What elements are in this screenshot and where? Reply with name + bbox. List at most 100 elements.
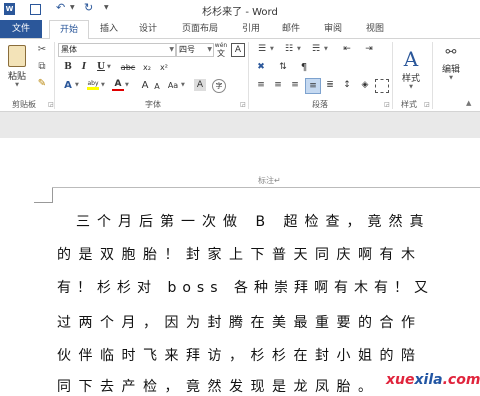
chevron-down-icon[interactable]: ▼	[75, 82, 79, 88]
dialog-launcher-icon[interactable]: ◲	[424, 101, 430, 108]
binoculars-icon: ⚯	[445, 45, 457, 60]
increase-indent-icon[interactable]: ⇥	[362, 43, 376, 55]
group-label-font: 字体	[145, 100, 161, 109]
distributed-icon[interactable]: ≣	[323, 79, 337, 91]
strikethrough-button[interactable]: abc	[120, 61, 136, 73]
underline-button[interactable]: U	[96, 61, 106, 73]
paragraph-mark-icon: ↵	[274, 176, 281, 185]
font-color-bar	[112, 89, 124, 91]
styles-button[interactable]: A 样式 ▼	[396, 43, 426, 93]
window-title: 杉杉来了 - Word	[202, 7, 278, 18]
site-watermark: xuexila.com	[386, 372, 480, 388]
chevron-down-icon[interactable]: ▼	[107, 64, 111, 70]
chevron-down-icon: ▼	[207, 46, 212, 53]
watermark-part1: xue	[386, 372, 415, 388]
document-line: 的是双胞胎！封家上下普天同庆啊有木	[57, 247, 423, 263]
collapse-ribbon-icon[interactable]: ▲	[466, 99, 471, 107]
styles-icon: A	[403, 46, 419, 71]
font-color-label: A	[114, 79, 122, 89]
bullets-icon[interactable]: ☰	[254, 43, 270, 55]
subscript-button[interactable]: x₂	[141, 61, 153, 73]
highlight-color-bar	[87, 87, 99, 90]
line-spacing-icon[interactable]: ↕	[340, 79, 354, 91]
styles-label: 样式	[401, 73, 420, 84]
tab-view[interactable]: 视图	[360, 20, 390, 38]
bold-button[interactable]: B	[62, 61, 74, 73]
dialog-launcher-icon[interactable]: ◲	[48, 101, 54, 108]
document-line: 三个月后第一次做 B 超检查，竟然真	[76, 214, 431, 230]
chevron-down-icon[interactable]: ▼	[324, 46, 328, 52]
chevron-down-icon[interactable]: ▼	[101, 82, 105, 88]
align-right-icon[interactable]: ≡	[288, 79, 302, 91]
tab-home[interactable]: 开始	[49, 20, 89, 40]
cut-icon[interactable]: ✂	[36, 43, 48, 55]
group-label-clipboard: 剪贴板	[12, 100, 36, 109]
header-label: 标注↵	[258, 176, 281, 185]
document-line: 伙伴临时飞来拜访，杉杉在封小姐的陪	[57, 348, 423, 364]
tab-design[interactable]: 设计	[133, 20, 163, 38]
font-size-value: 四号	[179, 45, 195, 54]
font-name-dropdown[interactable]: 黑体 ▼	[58, 43, 176, 57]
tab-mailings[interactable]: 邮件	[276, 20, 306, 38]
numbering-icon[interactable]: ☷	[281, 43, 297, 55]
copy-icon[interactable]: ⧉	[36, 60, 48, 72]
watermark-part2: xila	[414, 372, 443, 388]
multilevel-list-icon[interactable]: ☴	[308, 43, 324, 55]
sort-icon[interactable]: ⇅	[276, 61, 290, 73]
chevron-down-icon[interactable]: ▼	[297, 46, 301, 52]
ribbon: 粘贴 ▼ ✂ ⧉ ✎ 剪贴板 ◲ 黑体 ▼ 四号 ▼ wén 文 A B I U…	[0, 39, 480, 112]
align-center-icon[interactable]: ≡	[271, 79, 285, 91]
shrink-font-button[interactable]: A	[153, 81, 161, 91]
highlight-button[interactable]: aby	[86, 79, 100, 91]
font-color-button[interactable]: A	[112, 79, 124, 91]
document-line: 过两个月，因为封腾在美最重要的合作	[57, 315, 423, 331]
header-line	[52, 187, 480, 188]
chevron-down-icon: ▼	[409, 83, 413, 90]
group-label-styles: 样式	[401, 100, 417, 109]
separator	[54, 42, 55, 109]
char-shading-icon[interactable]: A	[194, 79, 206, 91]
borders-icon[interactable]	[375, 79, 389, 93]
phonetic-guide-button[interactable]: wén 文	[213, 41, 229, 58]
font-size-dropdown[interactable]: 四号 ▼	[176, 43, 214, 57]
superscript-button[interactable]: x²	[158, 61, 170, 73]
grow-font-button[interactable]: A	[140, 79, 150, 91]
text-effects-button[interactable]: A	[62, 79, 74, 91]
font-name-value: 黑体	[61, 45, 77, 54]
shading-icon[interactable]: ◈	[358, 79, 372, 91]
char-border-label: A	[234, 45, 242, 55]
align-left-icon[interactable]: ≡	[254, 79, 268, 91]
chevron-down-icon[interactable]: ▼	[181, 82, 185, 88]
editing-label: 编辑	[441, 65, 460, 75]
change-case-button[interactable]: Aa	[166, 79, 180, 91]
enclose-char-icon[interactable]: 字	[212, 79, 226, 93]
chevron-down-icon: ▼	[169, 46, 174, 53]
justify-icon[interactable]: ≡	[305, 78, 321, 94]
italic-button[interactable]: I	[79, 61, 89, 73]
dialog-launcher-icon[interactable]: ◲	[384, 101, 390, 108]
clipboard-icon	[8, 44, 26, 67]
paste-button[interactable]: 粘贴 ▼	[4, 43, 30, 89]
chevron-down-icon[interactable]: ▼	[270, 46, 274, 52]
page-corner-marker	[34, 188, 53, 203]
document-line: 同下去产检，竟然发现是龙凤胎。	[57, 379, 380, 395]
dialog-launcher-icon[interactable]: ◲	[240, 101, 246, 108]
ribbon-tabs: 文件 开始 插入 设计 页面布局 引用 邮件 审阅 视图	[0, 20, 480, 40]
separator	[248, 42, 249, 109]
tab-references[interactable]: 引用	[236, 20, 266, 38]
chevron-down-icon: ▼	[15, 81, 19, 88]
paste-label: 粘贴	[7, 71, 26, 82]
tab-insert[interactable]: 插入	[94, 20, 124, 38]
char-border-button[interactable]: A	[231, 43, 245, 57]
highlight-label: aby	[87, 80, 99, 87]
chinese-layout-icon[interactable]: ✖	[254, 61, 268, 73]
decrease-indent-icon[interactable]: ⇤	[340, 43, 354, 55]
chevron-down-icon[interactable]: ▼	[125, 82, 129, 88]
tab-file[interactable]: 文件	[0, 20, 42, 38]
tab-layout[interactable]: 页面布局	[174, 20, 226, 38]
phonetic-guide-char: 文	[217, 48, 225, 58]
editing-button[interactable]: ⚯ 编辑 ▼	[436, 43, 466, 83]
tab-review[interactable]: 审阅	[318, 20, 348, 38]
show-marks-icon[interactable]: ¶	[298, 61, 310, 73]
format-painter-icon[interactable]: ✎	[36, 77, 48, 89]
